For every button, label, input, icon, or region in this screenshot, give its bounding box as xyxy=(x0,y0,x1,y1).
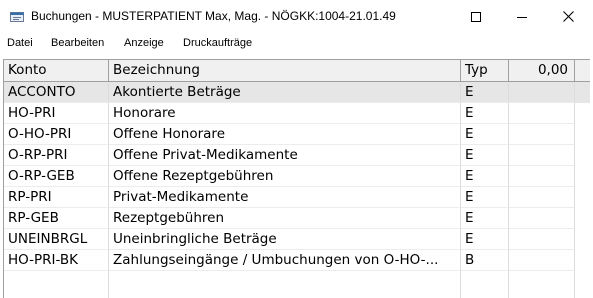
menu-bar: Datei Bearbeiten Anzeige Druckaufträge xyxy=(0,33,593,55)
cell-value xyxy=(509,271,575,298)
cell-konto: O-RP-GEB xyxy=(4,166,109,187)
cell-typ: E xyxy=(461,208,509,229)
app-icon xyxy=(10,12,24,22)
table-row[interactable]: UNEINBRGL Uneinbringliche Beträge E xyxy=(4,229,590,250)
cell-bezeichnung: Uneinbringliche Beträge xyxy=(109,229,461,250)
cell-typ: E xyxy=(461,124,509,145)
table-row[interactable]: O-RP-GEB Offene Rezeptgebühren E xyxy=(4,166,590,187)
maximize-button[interactable] xyxy=(453,0,499,33)
title-bar[interactable]: Buchungen - MUSTERPATIENT Max, Mag. - NÖ… xyxy=(0,0,593,33)
cell-typ xyxy=(461,271,509,298)
table-row[interactable]: RP-PRI Privat-Medikamente E xyxy=(4,187,590,208)
cell-typ: E xyxy=(461,145,509,166)
table-row[interactable]: HO-PRI Honorare E xyxy=(4,103,590,124)
cell-konto: O-RP-PRI xyxy=(4,145,109,166)
cell-typ: E xyxy=(461,229,509,250)
table-row[interactable]: ACCONTO Akontierte Beträge E xyxy=(4,82,590,103)
cell-bezeichnung: Offene Rezeptgebühren xyxy=(109,166,461,187)
cell-typ: E xyxy=(461,166,509,187)
cell-bezeichnung: Rezeptgebühren xyxy=(109,208,461,229)
cell-value xyxy=(509,145,575,166)
cell-value xyxy=(509,208,575,229)
menu-anzeige[interactable]: Anzeige xyxy=(124,37,164,49)
table-row[interactable]: HO-PRI-BK Zahlungseingänge / Umbuchungen… xyxy=(4,250,590,271)
close-icon xyxy=(562,11,574,22)
table-row[interactable]: O-RP-PRI Offene Privat-Medikamente E xyxy=(4,145,590,166)
cell-bezeichnung: Offene Honorare xyxy=(109,124,461,145)
table-row[interactable]: RP-GEB Rezeptgebühren E xyxy=(4,208,590,229)
cell-typ: E xyxy=(461,103,509,124)
cell-konto: RP-PRI xyxy=(4,187,109,208)
cell-konto xyxy=(4,271,109,298)
minimize-button[interactable] xyxy=(499,0,545,33)
cell-value xyxy=(509,82,575,103)
cell-konto: HO-PRI-BK xyxy=(4,250,109,271)
cell-value xyxy=(509,124,575,145)
minimize-icon xyxy=(517,16,527,18)
column-header-konto[interactable]: Konto xyxy=(4,60,109,82)
cell-konto: RP-GEB xyxy=(4,208,109,229)
close-button[interactable] xyxy=(545,0,591,33)
menu-bearbeiten[interactable]: Bearbeiten xyxy=(51,37,104,49)
cell-konto: UNEINBRGL xyxy=(4,229,109,250)
cell-konto: ACCONTO xyxy=(4,82,109,103)
menu-druckauftraege[interactable]: Druckaufträge xyxy=(183,37,252,49)
cell-value xyxy=(509,229,575,250)
cell-bezeichnung: Zahlungseingänge / Umbuchungen von O-HO-… xyxy=(109,250,461,271)
header-filler xyxy=(575,60,590,82)
window-title: Buchungen - MUSTERPATIENT Max, Mag. - NÖ… xyxy=(31,9,396,23)
cell-typ: E xyxy=(461,82,509,103)
cell-bezeichnung xyxy=(109,271,461,298)
cell-bezeichnung: Offene Privat-Medikamente xyxy=(109,145,461,166)
accounts-grid[interactable]: Konto Bezeichnung Typ 0,00 ACCONTO Akont… xyxy=(3,59,590,298)
column-header-typ[interactable]: Typ xyxy=(461,60,509,82)
cell-konto: O-HO-PRI xyxy=(4,124,109,145)
cell-typ: E xyxy=(461,187,509,208)
table-row-empty[interactable] xyxy=(4,271,590,298)
maximize-icon xyxy=(471,11,481,22)
column-header-bezeichnung[interactable]: Bezeichnung xyxy=(109,60,461,82)
grid-header: Konto Bezeichnung Typ 0,00 xyxy=(4,60,590,82)
column-header-total[interactable]: 0,00 xyxy=(509,60,575,82)
table-row[interactable]: O-HO-PRI Offene Honorare E xyxy=(4,124,590,145)
cell-bezeichnung: Honorare xyxy=(109,103,461,124)
menu-datei[interactable]: Datei xyxy=(7,37,33,49)
cell-value xyxy=(509,103,575,124)
cell-value xyxy=(509,187,575,208)
cell-bezeichnung: Privat-Medikamente xyxy=(109,187,461,208)
cell-value xyxy=(509,166,575,187)
cell-value xyxy=(509,250,575,271)
cell-bezeichnung: Akontierte Beträge xyxy=(109,82,461,103)
cell-konto: HO-PRI xyxy=(4,103,109,124)
cell-typ: B xyxy=(461,250,509,271)
